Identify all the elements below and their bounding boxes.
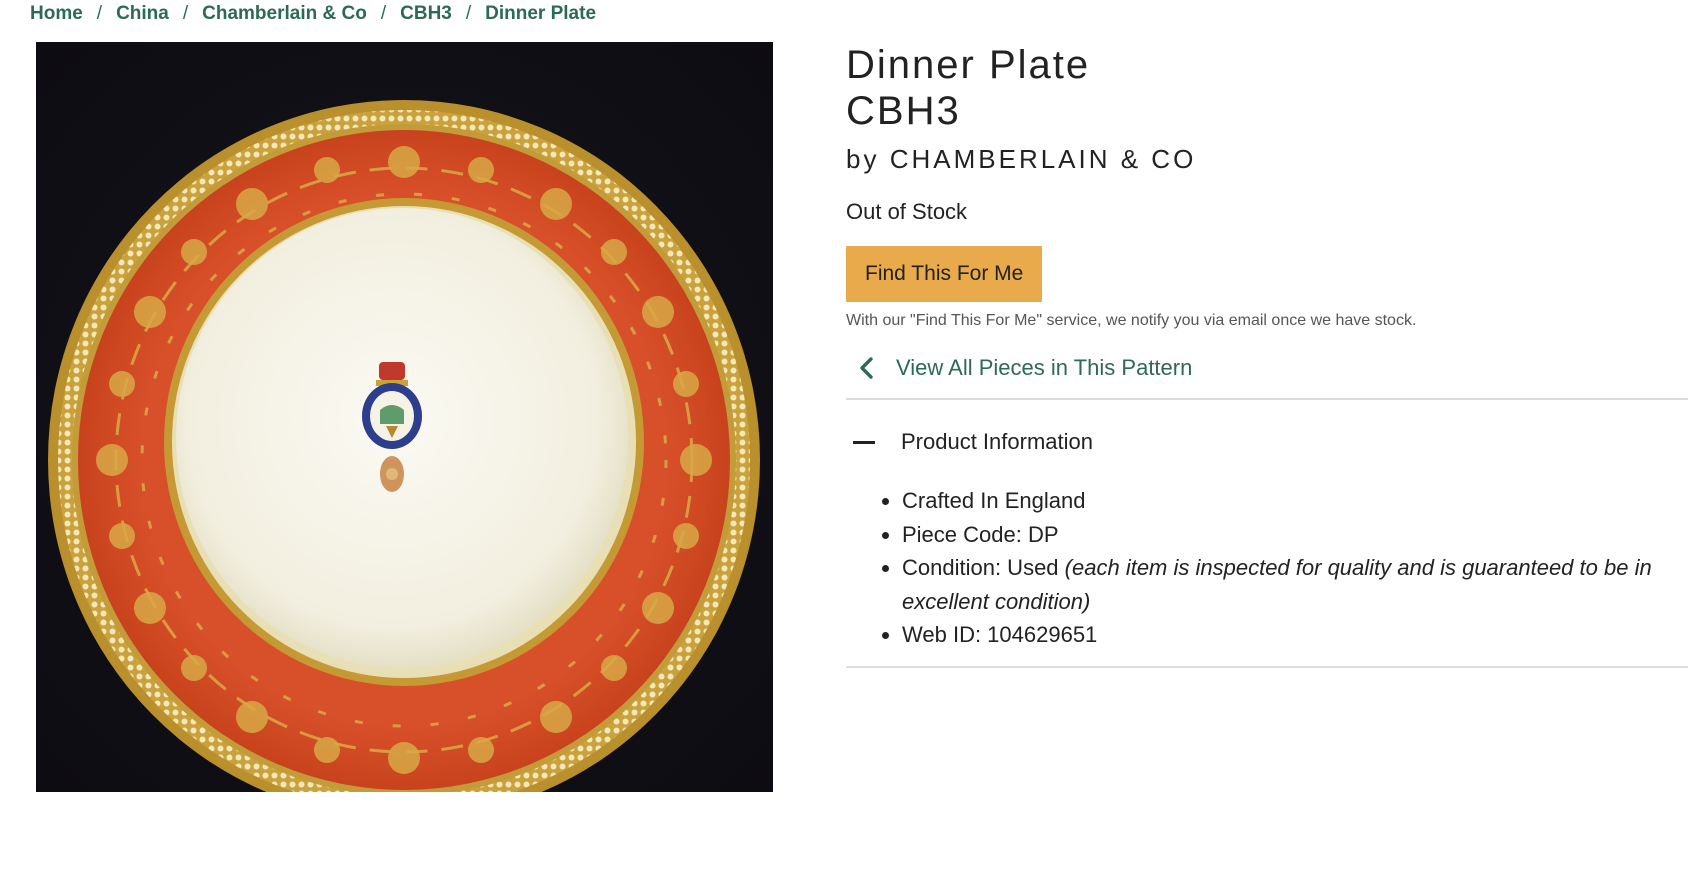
breadcrumb: Home / China / Chamberlain & Co / CBH3 /… xyxy=(30,3,596,25)
by-prefix: by xyxy=(846,144,880,174)
product-details-list: Crafted In England Piece Code: DP Condit… xyxy=(846,484,1688,652)
breadcrumb-separator: / xyxy=(182,3,189,24)
product-information-toggle[interactable]: Product Information xyxy=(846,400,1688,484)
product-image[interactable] xyxy=(36,42,773,792)
divider xyxy=(846,665,1688,668)
pattern-code: CBH3 xyxy=(846,89,961,133)
view-all-pieces-link[interactable]: View All Pieces in This Pattern xyxy=(846,350,1688,386)
product-title: Dinner Plate CBH3 xyxy=(846,42,1688,134)
product-information-heading: Product Information xyxy=(901,429,1093,454)
breadcrumb-separator: / xyxy=(465,3,472,24)
find-this-for-me-note: With our "Find This For Me" service, we … xyxy=(846,312,1417,329)
stock-status: Out of Stock xyxy=(846,199,968,224)
breadcrumb-china[interactable]: China xyxy=(116,3,169,25)
product-info-panel: Dinner Plate CBH3 by CHAMBERLAIN & CO Ou… xyxy=(846,42,1688,668)
chevron-left-icon xyxy=(860,357,873,379)
breadcrumb-chamberlain[interactable]: Chamberlain & Co xyxy=(202,3,367,25)
list-item-condition: Condition: Used (each item is inspected … xyxy=(902,551,1688,618)
product-name: Dinner Plate xyxy=(846,43,1091,87)
breadcrumb-separator: / xyxy=(380,3,387,24)
breadcrumb-pattern[interactable]: CBH3 xyxy=(400,3,452,25)
manufacturer-name: CHAMBERLAIN & CO xyxy=(889,144,1197,174)
breadcrumb-home[interactable]: Home xyxy=(30,3,83,25)
find-this-for-me-button[interactable]: Find This For Me xyxy=(846,246,1043,302)
dinner-plate-illustration xyxy=(48,100,760,792)
list-item-web-id: Web ID: 104629651 xyxy=(902,618,1688,652)
condition-label: Condition: Used xyxy=(902,555,1059,580)
breadcrumb-current[interactable]: Dinner Plate xyxy=(485,3,596,25)
list-item-piece-code: Piece Code: DP xyxy=(902,518,1688,552)
view-all-pieces-label: View All Pieces in This Pattern xyxy=(896,355,1193,380)
minus-icon xyxy=(853,440,875,444)
manufacturer-line: by CHAMBERLAIN & CO xyxy=(846,142,1688,176)
list-item-crafted: Crafted In England xyxy=(902,484,1688,518)
breadcrumb-separator: / xyxy=(96,3,103,24)
